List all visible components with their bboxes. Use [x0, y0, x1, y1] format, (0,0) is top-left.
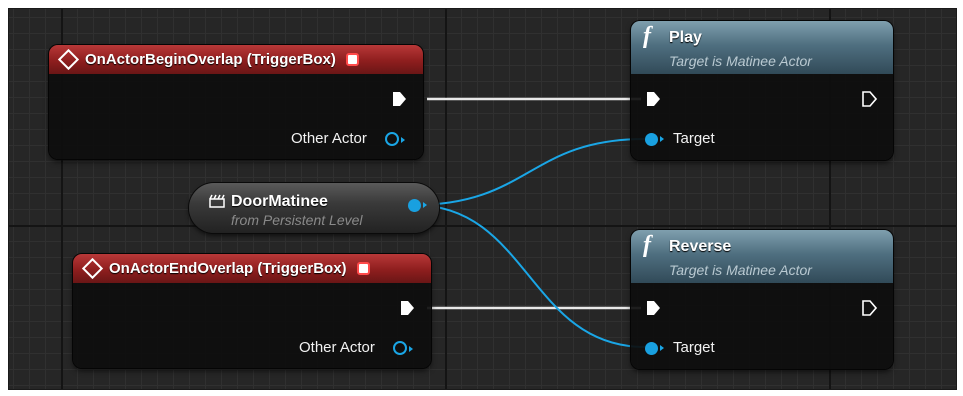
target-input-pin[interactable] [645, 342, 658, 355]
event-node-header: OnActorEndOverlap (TriggerBox) [73, 254, 431, 283]
event-node-end-overlap[interactable]: OnActorEndOverlap (TriggerBox) Other Act… [73, 254, 431, 368]
function-subtitle: Target is Matinee Actor [669, 262, 812, 278]
function-node-play[interactable]: f Play Target is Matinee Actor Target [631, 21, 893, 160]
exec-output-pin[interactable] [861, 300, 877, 316]
other-actor-output-pin[interactable] [393, 341, 407, 355]
event-diamond-icon [81, 257, 104, 280]
delegate-icon[interactable] [356, 262, 370, 275]
event-node-header: OnActorBeginOverlap (TriggerBox) [49, 45, 423, 74]
pin-arrow-icon [660, 136, 664, 142]
function-title: Reverse [669, 238, 732, 255]
event-node-title: OnActorEndOverlap (TriggerBox) [109, 260, 347, 277]
variable-node-door-matinee[interactable]: DoorMatinee from Persistent Level [189, 183, 439, 233]
function-subtitle: Target is Matinee Actor [669, 53, 812, 69]
exec-output-pin[interactable] [861, 91, 877, 107]
event-node-begin-overlap[interactable]: OnActorBeginOverlap (TriggerBox) Other A… [49, 45, 423, 159]
pin-arrow-icon [401, 137, 405, 143]
delegate-icon[interactable] [345, 53, 359, 66]
exec-input-pin[interactable] [645, 300, 661, 316]
exec-output-pin[interactable] [391, 91, 407, 107]
matinee-clapper-icon [209, 194, 225, 208]
other-actor-label: Other Actor [299, 339, 375, 356]
target-label: Target [673, 339, 715, 356]
variable-name: DoorMatinee [231, 193, 328, 210]
function-icon: f [643, 23, 651, 49]
variable-subtitle: from Persistent Level [231, 212, 363, 228]
event-node-title: OnActorBeginOverlap (TriggerBox) [85, 51, 336, 68]
event-diamond-icon [57, 48, 80, 71]
object-wire-to-play-target [413, 138, 646, 206]
exec-input-pin[interactable] [645, 91, 661, 107]
pin-arrow-icon [409, 346, 413, 352]
target-input-pin[interactable] [645, 133, 658, 146]
function-icon: f [643, 232, 651, 258]
exec-output-pin[interactable] [399, 300, 415, 316]
target-label: Target [673, 130, 715, 147]
object-wire-to-reverse-target [413, 204, 646, 348]
function-node-reverse[interactable]: f Reverse Target is Matinee Actor Target [631, 230, 893, 369]
function-node-header: f Play Target is Matinee Actor [631, 21, 893, 74]
function-title: Play [669, 29, 702, 46]
pin-arrow-icon [660, 345, 664, 351]
function-node-header: f Reverse Target is Matinee Actor [631, 230, 893, 283]
variable-output-pin[interactable] [408, 199, 421, 212]
other-actor-label: Other Actor [291, 130, 367, 147]
pin-arrow-icon [423, 202, 427, 208]
other-actor-output-pin[interactable] [385, 132, 399, 146]
blueprint-graph-canvas[interactable]: OnActorBeginOverlap (TriggerBox) Other A… [8, 8, 957, 390]
